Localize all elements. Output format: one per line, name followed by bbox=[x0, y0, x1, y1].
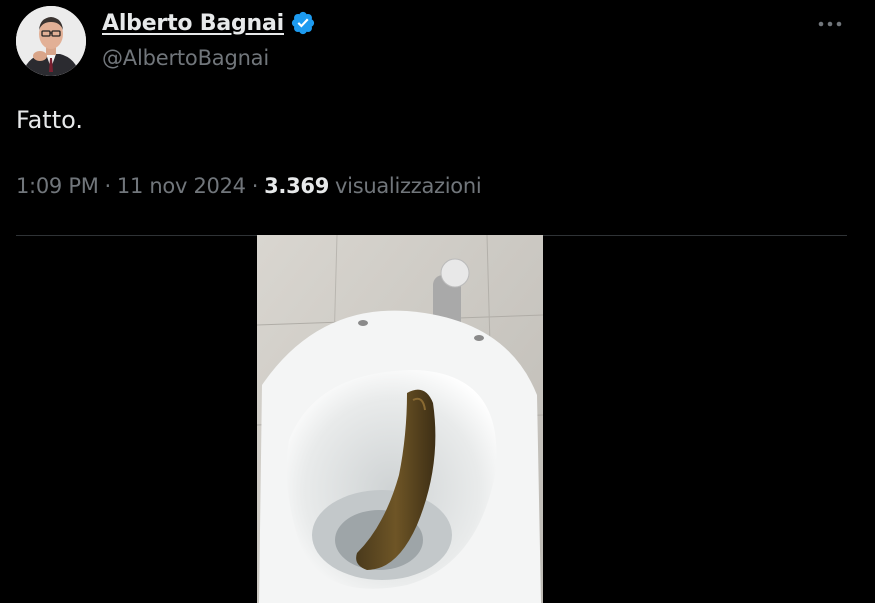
meta-separator: · bbox=[251, 174, 259, 198]
tweet-media-image[interactable] bbox=[257, 235, 543, 603]
tweet-meta: 1:09 PM · 11 nov 2024 · 3.369 visualizza… bbox=[16, 174, 482, 198]
verified-badge-icon[interactable] bbox=[290, 10, 316, 36]
display-name-row: Alberto Bagnai bbox=[102, 8, 316, 38]
views-count: 3.369 bbox=[264, 174, 330, 198]
author-handle[interactable]: @AlbertoBagnai bbox=[102, 46, 316, 70]
author-names: Alberto Bagnai @AlbertoBagnai bbox=[102, 8, 316, 70]
tweet-date[interactable]: 11 nov 2024 bbox=[117, 174, 246, 198]
tweet-text: Fatto. bbox=[16, 106, 84, 134]
more-horizontal-icon[interactable] bbox=[815, 14, 845, 34]
views-label: visualizzazioni bbox=[335, 174, 482, 198]
avatar[interactable] bbox=[16, 6, 86, 76]
author-display-name[interactable]: Alberto Bagnai bbox=[102, 11, 284, 36]
meta-separator: · bbox=[104, 174, 112, 198]
tweet-header: Alberto Bagnai @AlbertoBagnai bbox=[16, 6, 859, 78]
tweet-time[interactable]: 1:09 PM bbox=[16, 174, 99, 198]
